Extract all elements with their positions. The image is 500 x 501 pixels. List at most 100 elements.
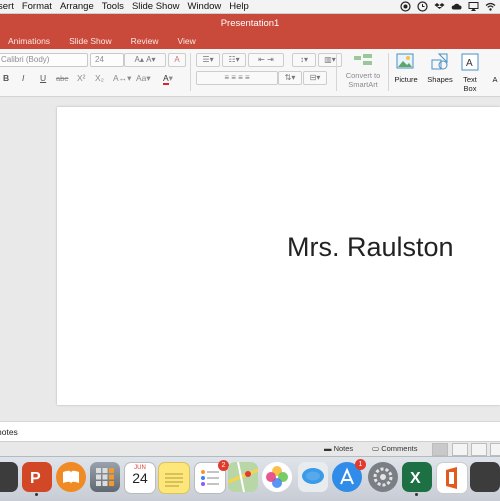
line-spacing-button[interactable]: ↕▾ — [292, 53, 316, 67]
tab-view[interactable]: View — [177, 36, 195, 46]
slide[interactable]: Mrs. Raulston — [57, 107, 500, 405]
office-glyph — [446, 467, 457, 489]
notes-app-icon[interactable] — [158, 462, 190, 494]
svg-text:X: X — [410, 470, 421, 487]
text-direction-button[interactable]: ⇅▾ — [278, 71, 302, 85]
powerpoint-glyph: P — [30, 470, 41, 487]
convert-smartart-button[interactable]: Convert to SmartArt — [340, 53, 386, 89]
system-preferences-icon[interactable] — [368, 462, 398, 492]
maps-icon[interactable] — [227, 461, 259, 493]
reading-view-button[interactable] — [471, 443, 487, 456]
record-icon[interactable] — [400, 1, 411, 12]
running-indicator — [35, 493, 38, 496]
shapes-label: Shapes — [427, 75, 453, 84]
slide-sorter-view-button[interactable] — [452, 443, 468, 456]
app-store-icon[interactable]: 1 — [332, 459, 366, 492]
columns-button[interactable]: ▥▾ — [318, 53, 342, 67]
reminders-icon[interactable]: 2 — [194, 460, 229, 494]
comments-icon: ▭ — [372, 444, 380, 453]
text-box-icon: A — [461, 53, 479, 71]
notes-pane[interactable]: notes — [0, 421, 500, 442]
wifi-icon[interactable] — [485, 1, 496, 12]
notes-toggle-label: Notes — [333, 444, 354, 453]
menu-help[interactable]: Help — [229, 1, 249, 12]
ribbon-separator — [190, 53, 191, 91]
smartart-icon — [354, 54, 372, 65]
change-case-button[interactable]: Aa▾ — [136, 73, 151, 84]
window-title-bar: Presentation1 — [0, 14, 500, 33]
numbering-button[interactable]: ☷▾ — [222, 53, 246, 67]
italic-button[interactable]: I — [22, 73, 24, 83]
font-name-value: Calibri (Body) — [1, 55, 50, 64]
menu-arrange[interactable]: Arrange — [60, 1, 94, 12]
photos-icon[interactable] — [262, 462, 292, 492]
notes-placeholder: notes — [0, 427, 18, 437]
calendar-icon[interactable]: JUN 24 — [124, 462, 156, 494]
excel-icon[interactable]: X — [402, 462, 432, 496]
app-store-badge: 1 — [355, 459, 366, 470]
text-box-button[interactable]: A Text Box — [458, 53, 482, 93]
font-grow-icon: A▴ — [134, 55, 144, 64]
dock-app-partial-right[interactable] — [470, 462, 500, 492]
alignment-buttons[interactable]: ≡ ≡ ≡ ≡ — [196, 71, 278, 85]
slideshow-view-button[interactable] — [490, 443, 500, 456]
font-size-select[interactable]: 24 — [90, 53, 124, 67]
menu-slide-show[interactable]: Slide Show — [132, 1, 180, 12]
superscript-button[interactable]: X² — [77, 73, 86, 83]
slide-canvas: Mrs. Raulston — [0, 97, 500, 418]
slide-title[interactable]: Mrs. Raulston — [287, 232, 454, 263]
eraser-icon: A — [174, 55, 180, 64]
airplay-icon[interactable] — [468, 1, 479, 12]
ribbon-tabs: Animations Slide Show Review View — [0, 33, 500, 49]
calculator-icon[interactable] — [90, 462, 120, 492]
align-text-button[interactable]: ⊟▾ — [303, 71, 327, 85]
status-bar: ▬ Notes ▭ Comments — [0, 441, 500, 456]
gear-icon — [373, 467, 393, 487]
dropbox-icon[interactable] — [434, 1, 445, 12]
clear-formatting-button[interactable]: A — [168, 53, 186, 67]
subscript-button[interactable]: X₂ — [95, 73, 104, 83]
ibooks-icon[interactable] — [56, 462, 86, 492]
menu-tools[interactable]: Tools — [102, 1, 124, 12]
underline-button[interactable]: U — [40, 73, 46, 83]
comments-toggle-button[interactable]: ▭ Comments — [372, 444, 417, 453]
bullets-button[interactable]: ☰▾ — [196, 53, 220, 67]
notes-toggle-button[interactable]: ▬ Notes — [324, 444, 353, 453]
shapes-button[interactable]: Shapes — [425, 53, 455, 84]
columns-icon: ▥▾ — [324, 55, 336, 64]
font-shrink-icon: A▾ — [146, 55, 156, 64]
window-title: Presentation1 — [220, 18, 280, 29]
menu-format[interactable]: Format — [22, 1, 52, 12]
messages-icon[interactable] — [298, 462, 328, 492]
notes-toggle-icon: ▬ — [324, 444, 332, 453]
character-spacing-button[interactable]: A↔▾ — [113, 73, 131, 84]
photos-glyph — [266, 466, 288, 488]
font-name-select[interactable]: Calibri (Body) — [0, 53, 88, 67]
clock-icon[interactable] — [417, 1, 428, 12]
align-icons: ≡ ≡ ≡ ≡ — [224, 73, 250, 82]
menu-insert[interactable]: sert — [0, 1, 14, 12]
powerpoint-icon[interactable]: P — [22, 462, 52, 496]
picture-button[interactable]: Picture — [391, 53, 421, 84]
normal-view-button[interactable] — [432, 443, 448, 456]
office-icon[interactable] — [436, 462, 468, 494]
dock-app-partial[interactable] — [0, 462, 18, 492]
font-color-button[interactable]: A▾ — [163, 73, 173, 85]
speech-bubble-glyph — [302, 468, 324, 484]
cloud-icon[interactable] — [451, 1, 462, 12]
menu-window[interactable]: Window — [187, 1, 221, 12]
strikethrough-button[interactable]: abe — [56, 74, 69, 83]
comments-toggle-label: Comments — [381, 444, 418, 453]
wordart-button[interactable]: A — [490, 75, 500, 84]
running-indicator — [415, 493, 418, 496]
tab-animations[interactable]: Animations — [8, 36, 50, 46]
menu-bar: sert Format Arrange Tools Slide Show Win… — [0, 0, 500, 14]
numbered-list-icon: ☷▾ — [228, 55, 240, 64]
tab-slide-show[interactable]: Slide Show — [69, 36, 112, 46]
bold-button[interactable]: B — [3, 73, 9, 83]
indent-buttons[interactable]: ⇤ ⇥ — [248, 53, 284, 67]
font-grow-shrink-buttons[interactable]: A▴ A▾ — [124, 53, 166, 67]
text-box-label-line2: Box — [463, 84, 477, 93]
tab-review[interactable]: Review — [131, 36, 159, 46]
notes-glyph — [165, 473, 183, 487]
